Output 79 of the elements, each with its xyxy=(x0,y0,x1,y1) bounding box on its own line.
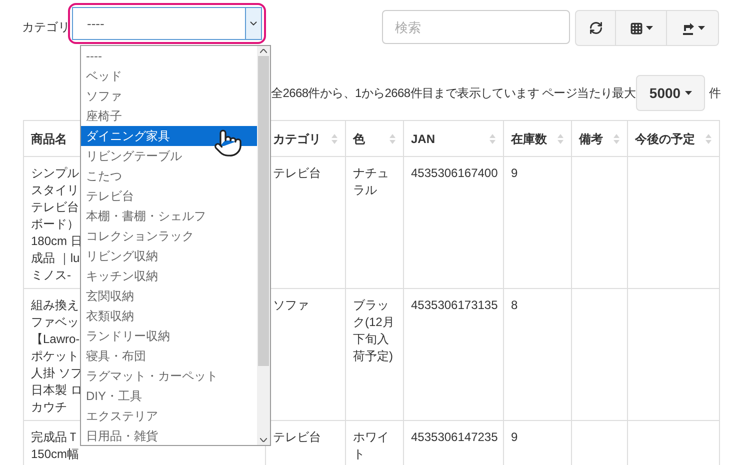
page-size-suffix: 件 xyxy=(709,85,721,102)
dropdown-option[interactable]: こたつ xyxy=(81,166,257,186)
dropdown-option[interactable]: DIY・工具 xyxy=(81,386,257,406)
product-name-line: 成品 ｜lu xyxy=(31,250,80,267)
product-name-line: 日本製 ロ xyxy=(31,382,82,399)
product-name-line: ミノス- xyxy=(31,267,71,284)
dropdown-option[interactable]: ---- xyxy=(81,46,257,66)
dropdown-option[interactable]: 玄関収納 xyxy=(81,286,257,306)
dropdown-option[interactable]: 本棚・書棚・シェルフ xyxy=(81,206,257,226)
dropdown-option[interactable]: テレビ台 xyxy=(81,186,257,206)
jan-cell: 4535306167400 xyxy=(411,166,498,180)
sort-icon xyxy=(389,132,396,144)
dropdown-option[interactable]: エクステリア xyxy=(81,406,257,426)
page-size-button[interactable]: 5000 xyxy=(636,75,705,111)
refresh-icon xyxy=(588,21,602,35)
sort-icon xyxy=(557,132,564,144)
product-name-line: ファベッ xyxy=(31,314,79,331)
product-name-line: 150cm幅 xyxy=(31,446,80,463)
select-value: ---- xyxy=(86,14,106,33)
chevron-down-icon xyxy=(245,8,261,39)
sort-icon xyxy=(705,132,712,144)
dropdown-option[interactable]: ラグマット・カーペット xyxy=(81,366,257,386)
dropdown-option[interactable]: 座椅子 xyxy=(81,106,257,126)
column-header[interactable]: 今後の予定 xyxy=(628,120,720,156)
scroll-down-icon[interactable] xyxy=(260,438,267,442)
hand-cursor-icon xyxy=(213,128,243,158)
dropdown-option[interactable]: リビングテーブル xyxy=(81,146,257,166)
scrollbar[interactable] xyxy=(257,46,270,445)
column-header[interactable]: 色 xyxy=(346,120,404,156)
search-field[interactable]: 検索 xyxy=(382,10,570,44)
column-header[interactable]: JAN xyxy=(404,120,504,156)
product-name-line: カウチ xyxy=(31,399,67,416)
stock-cell: 9 xyxy=(511,166,518,180)
color-cell: ホワイト xyxy=(353,430,389,461)
category-cell: テレビ台 xyxy=(273,430,321,444)
product-name-line: 【Lawro- xyxy=(31,331,80,348)
caret-icon xyxy=(646,26,652,30)
product-name-line: ボード） xyxy=(31,216,79,233)
stock-cell: 8 xyxy=(511,298,518,312)
product-name-line: 組み換え xyxy=(31,297,79,314)
grid-icon xyxy=(630,22,642,34)
dropdown-option[interactable]: コレクションラック xyxy=(81,226,257,246)
product-name-line: 完成品Ｔ xyxy=(31,429,79,446)
dropdown-option[interactable]: 日用品・雑貨 xyxy=(81,426,257,445)
product-name-line: テレビ台 xyxy=(31,199,79,216)
sort-icon xyxy=(331,132,338,144)
color-cell: ブラック(12月下旬入荷予定) xyxy=(353,298,394,363)
category-cell: ソファ xyxy=(273,298,309,312)
column-header[interactable]: 備考 xyxy=(572,120,628,156)
dropdown-option[interactable]: 衣類収納 xyxy=(81,306,257,326)
category-label: カテゴリ xyxy=(22,19,71,36)
product-name-line: シンプル xyxy=(31,165,79,182)
product-name-line: ポケット xyxy=(31,348,79,365)
product-name-line: スタイリ xyxy=(31,182,79,199)
sort-icon xyxy=(489,132,496,144)
scroll-up-icon[interactable] xyxy=(260,49,267,53)
stock-cell: 9 xyxy=(511,430,518,444)
columns-button[interactable] xyxy=(616,10,667,46)
dropdown-option[interactable]: リビング収納 xyxy=(81,246,257,266)
category-cell: テレビ台 xyxy=(273,166,321,180)
summary-text: 全2668件から、1から2668件目まで表示しています ページ当たり最大 xyxy=(271,85,636,102)
caret-icon xyxy=(698,26,704,30)
scrollbar-thumb[interactable] xyxy=(258,56,269,366)
color-cell: ナチュラル xyxy=(353,166,389,197)
column-header[interactable]: 在庫数 xyxy=(504,120,572,156)
category-select[interactable]: ---- xyxy=(72,7,262,40)
dropdown-option[interactable]: キッチン収納 xyxy=(81,266,257,286)
dropdown-option[interactable]: ソファ xyxy=(81,86,257,106)
dropdown-option[interactable]: 寝具・布団 xyxy=(81,346,257,366)
sort-icon xyxy=(613,132,620,144)
jan-cell: 4535306147235 xyxy=(411,430,498,444)
dropdown-option[interactable]: ベッド xyxy=(81,66,257,86)
dropdown-option[interactable]: ランドリー収納 xyxy=(81,326,257,346)
export-button[interactable] xyxy=(667,10,719,46)
dropdown-option[interactable]: ダイニング家具 xyxy=(81,126,257,146)
caret-icon xyxy=(684,91,692,95)
export-icon xyxy=(680,22,694,34)
jan-cell: 4535306173135 xyxy=(411,298,498,312)
refresh-button[interactable] xyxy=(575,10,616,46)
